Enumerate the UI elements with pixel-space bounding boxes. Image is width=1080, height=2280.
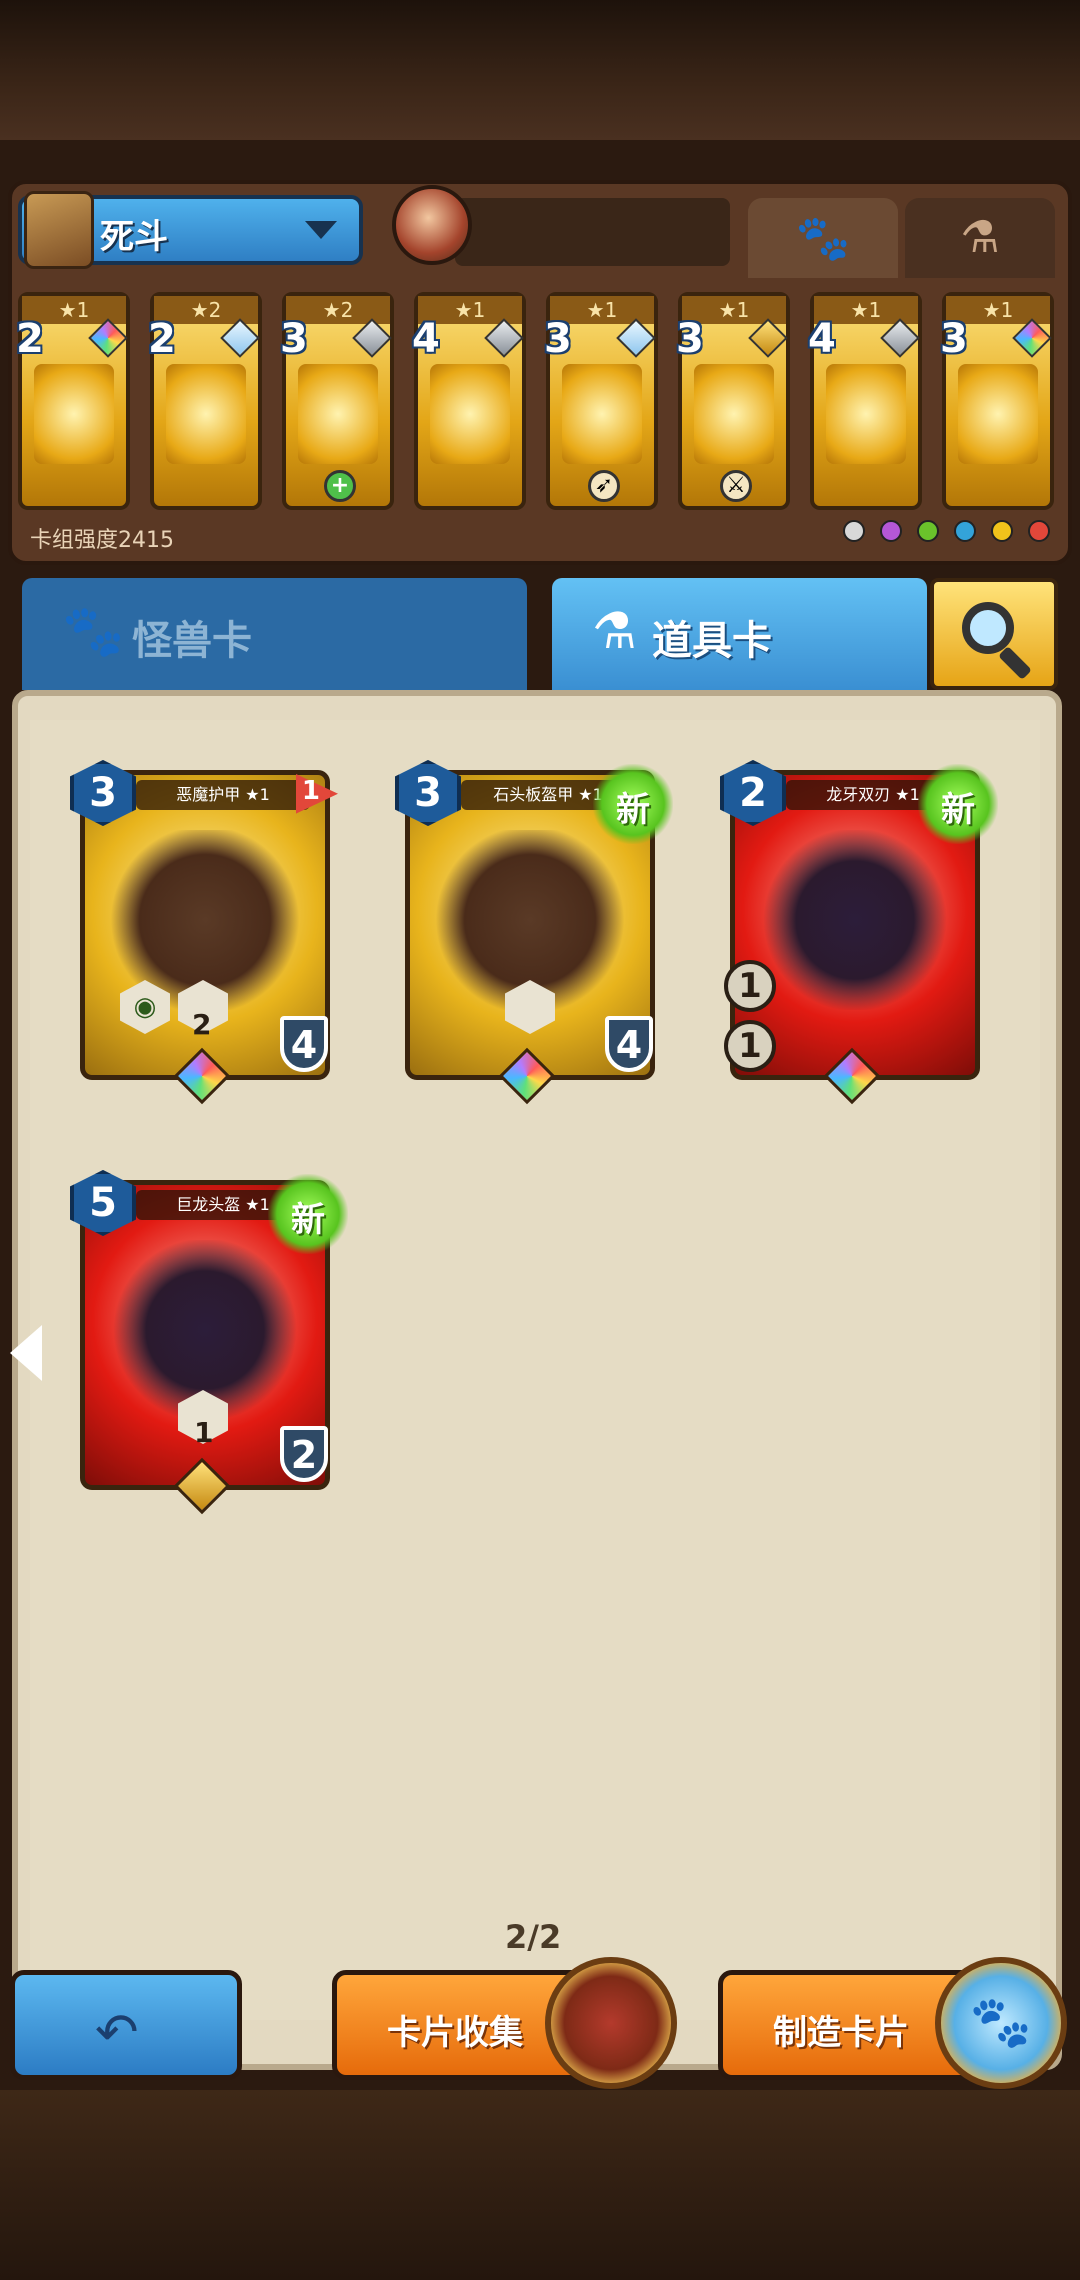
page-indicator: 2/2	[505, 1918, 562, 1956]
element-gem-icon	[748, 318, 788, 358]
skill-value: 1	[194, 1416, 214, 1449]
dark-element-icon	[879, 520, 902, 542]
card-art	[166, 364, 246, 464]
element-gem-icon	[220, 318, 260, 358]
paw-icon: 🐾	[62, 602, 125, 660]
new-badge: 新	[268, 1174, 348, 1254]
collection-card[interactable]: 巨龙头盔 ★1 5 新 1 2	[70, 1170, 348, 1515]
deck-card[interactable]: ★1 2	[16, 292, 130, 510]
new-badge-label: 新	[941, 790, 975, 830]
card-album-icon	[545, 1957, 677, 2089]
card-cost: 3	[280, 316, 308, 362]
card-art	[562, 364, 642, 464]
card-collection-label: 卡片收集	[387, 2013, 523, 2053]
element-gem-icon	[616, 318, 656, 358]
craft-card-button[interactable]: 制造卡片 🐾	[718, 1957, 1067, 2089]
water-element-icon	[953, 520, 976, 542]
card-art	[298, 364, 378, 464]
new-badge: 新	[918, 764, 998, 844]
card-cost: 4	[412, 316, 440, 362]
card-art	[760, 830, 950, 1010]
element-gem-icon	[484, 318, 524, 358]
paw-icon: 🐾	[795, 213, 851, 264]
armor-value: 4	[280, 1016, 328, 1072]
nature-element-icon	[916, 520, 939, 542]
thunder-element-icon	[990, 520, 1013, 542]
card-cost: 4	[808, 316, 836, 362]
deck-card[interactable]: ★1 3	[940, 292, 1054, 510]
potion-icon: ⚗	[960, 212, 1000, 263]
chevron-down-icon	[305, 221, 337, 239]
deck-card[interactable]: ★1 4	[808, 292, 922, 510]
card-art	[430, 364, 510, 464]
card-cost: 3	[544, 316, 572, 362]
tab-monster-cards[interactable]: 🐾 怪兽卡	[22, 578, 527, 690]
deck-card[interactable]: ★2 3 +	[280, 292, 394, 510]
element-gem-icon	[352, 318, 392, 358]
attack-value: 1	[724, 960, 776, 1012]
armor-value: 4	[605, 1016, 653, 1072]
collection-card[interactable]: 恶魔护甲 ★1 3 1 ◉ 2 4	[70, 760, 338, 1105]
card-cost: 2	[16, 316, 44, 362]
card-art	[694, 364, 774, 464]
collection-card[interactable]: 龙牙双刃 ★1 2 新 1 1	[720, 760, 998, 1105]
element-gem-icon	[1012, 318, 1052, 358]
back-arrow-icon: ↶	[95, 2003, 139, 2063]
back-button[interactable]: ↶	[10, 1970, 242, 2080]
sword-icon: ⚔	[720, 470, 752, 502]
tab-item-label: 道具卡	[652, 618, 772, 664]
paw-jar-glyph: 🐾	[969, 1993, 1033, 2051]
card-cost: 3	[676, 316, 704, 362]
skill-value: 2	[192, 1008, 212, 1041]
deck-name: 死斗	[100, 217, 168, 257]
deck-card[interactable]: ★1 3 ⚔	[676, 292, 790, 510]
deck-book-icon	[24, 191, 94, 269]
new-badge-label: 新	[291, 1200, 325, 1240]
card-cost: 3	[940, 316, 968, 362]
top-wood-bar	[0, 0, 1080, 140]
tab-monster-label: 怪兽卡	[132, 618, 252, 664]
element-gem-icon	[880, 318, 920, 358]
element-gem-icon	[88, 318, 128, 358]
deck-card[interactable]: ★1 4	[412, 292, 526, 510]
prev-page-icon[interactable]	[10, 1325, 42, 1381]
tab-item-deck[interactable]: ⚗	[905, 198, 1055, 278]
bow-icon: ➶	[588, 470, 620, 502]
flag-count: 1	[301, 776, 320, 806]
potion-icon: ⚗	[592, 602, 637, 660]
plus-icon: +	[324, 470, 356, 502]
new-badge-label: 新	[616, 790, 650, 830]
collection-card[interactable]: 石头板盔甲 ★1 3 新 4	[395, 760, 673, 1105]
search-icon	[962, 602, 1014, 654]
deck-selector[interactable]: 死斗	[18, 191, 363, 269]
attack-value: 1	[724, 1020, 776, 1072]
element-legend	[833, 520, 1050, 550]
hero-avatar[interactable]	[392, 185, 472, 265]
tab-monster-deck[interactable]: 🐾	[748, 198, 898, 278]
paw-jar-icon: 🐾	[935, 1957, 1067, 2089]
card-title: 恶魔护甲 ★1	[136, 780, 310, 810]
deck-card[interactable]: ★1 3 ➶	[544, 292, 658, 510]
fire-element-icon	[1028, 520, 1050, 542]
new-badge: 新	[593, 764, 673, 844]
deck-card-row: ★1 2 ★2 2 ★2 3 + ★1 4 ★1 3 ➶ ★1 3 ⚔ ★1 4	[16, 292, 1064, 512]
armor-value: 2	[280, 1426, 328, 1482]
search-button[interactable]	[930, 578, 1058, 690]
card-art	[34, 364, 114, 464]
card-art	[958, 364, 1038, 464]
search-icon-handle	[998, 646, 1032, 680]
neutral-element-icon	[842, 520, 865, 542]
card-cost: 2	[148, 316, 176, 362]
hero-name-bar	[455, 198, 730, 266]
craft-card-label: 制造卡片	[773, 2013, 909, 2053]
tab-item-cards[interactable]: ⚗ 道具卡	[552, 578, 927, 690]
card-collection-button[interactable]: 卡片收集	[332, 1957, 677, 2089]
bottom-wood-bar	[0, 2090, 1080, 2280]
deck-card[interactable]: ★2 2	[148, 292, 262, 510]
deck-power: 卡组强度2415	[30, 528, 174, 553]
card-art	[826, 364, 906, 464]
